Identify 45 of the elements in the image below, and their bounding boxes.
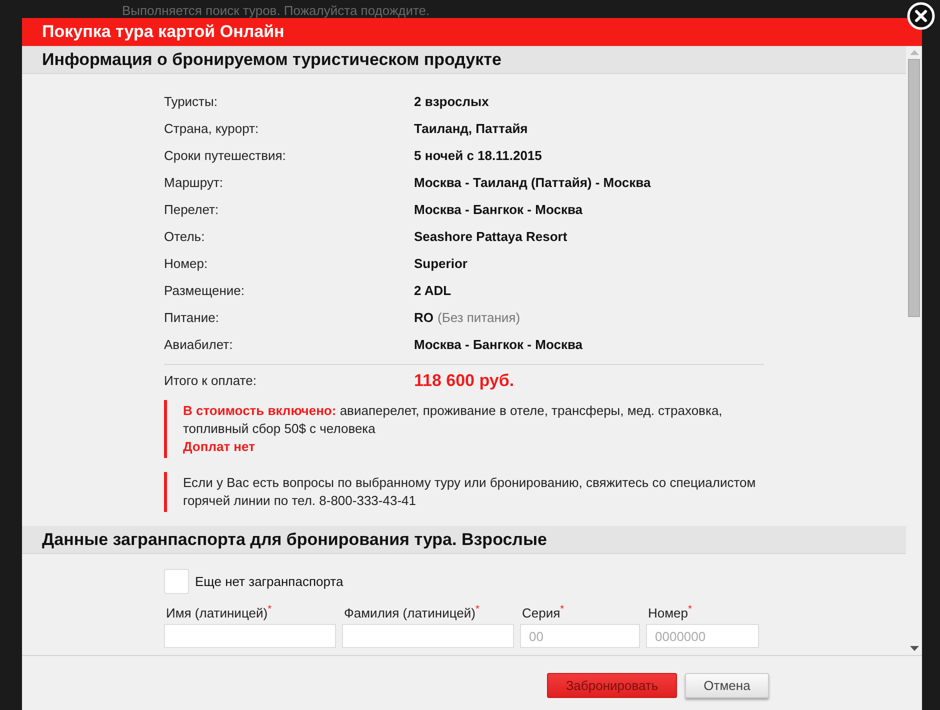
note-emphasis: Доплат нет: [183, 438, 256, 456]
total-price: 118 600 руб.: [414, 371, 514, 390]
field-label: Страна, курорт:: [164, 120, 260, 138]
cancel-button[interactable]: Отмена: [685, 673, 769, 698]
field-value: Seashore Pattaya Resort: [414, 229, 568, 244]
section-heading: Данные загранпаспорта для бронирования тура. Взрослые: [22, 526, 906, 554]
field-value: Москва - Таиланд (Паттайя) - Москва: [414, 175, 651, 190]
close-button[interactable]: [907, 2, 935, 30]
scroll-up-icon[interactable]: [910, 50, 918, 55]
note-text: В стоимость включено: авиаперелет, проживание в отеле, трансферы, мед. страховка, топливный сбор 50$ с человека: [183, 402, 724, 438]
field-label: Сроки путешествия:: [164, 147, 287, 165]
status-message: Выполняется поиск туров. Пожалуйста подождите.: [122, 3, 430, 18]
checkbox[interactable]: [164, 569, 189, 594]
field-label: Туристы:: [164, 93, 218, 111]
field-label: Имя (латиницей)$^{*}$: [166, 604, 272, 622]
field-label: Перелет:: [164, 201, 220, 219]
total-label: Итого к оплате:: [164, 372, 258, 390]
field-value: Superior: [414, 256, 468, 271]
field-label: Размещение:: [164, 282, 246, 300]
checkbox-label: Еще нет загранпаспорта: [195, 574, 344, 589]
field-label: Питание:: [164, 309, 220, 327]
field-label: Серия$^{*}$: [522, 604, 566, 622]
input-field[interactable]: [342, 624, 514, 648]
field-label: Фамилия (латиницей)$^{*}$: [344, 604, 480, 622]
field-value: Москва - Бангкок - Москва: [414, 337, 582, 352]
field-label: Маршрут:: [164, 174, 224, 192]
input-field[interactable]: 0000000: [646, 624, 759, 648]
field-value: 2 ADL: [414, 283, 452, 298]
field-value: RO: [414, 310, 434, 325]
dialog-title: Покупка тура картой Онлайн: [22, 18, 922, 46]
note-text: Если у Вас есть вопросы по выбранному туру или бронированию, свяжитесь со специалистом горячей линии по тел. 8-800-333-43-41: [183, 474, 757, 510]
field-label: Авиабилет:: [164, 336, 234, 354]
field-label: Номер$^{*}$: [648, 604, 693, 622]
input-field[interactable]: 00: [520, 624, 640, 648]
field-label: Отель:: [164, 228, 206, 246]
field-value: Москва - Бангкок - Москва: [414, 202, 582, 217]
field-label: Номер:: [164, 255, 209, 273]
scrollbar-thumb[interactable]: [908, 59, 920, 317]
scroll-down-icon[interactable]: [910, 646, 918, 651]
input-field[interactable]: [164, 624, 336, 648]
section-heading: Информация о бронируемом туристическом продукте: [22, 46, 906, 74]
field-value: Таиланд, Паттайя: [414, 121, 528, 136]
field-value: 2 взрослых: [414, 94, 489, 109]
field-value: 5 ночей с 18.11.2015: [414, 148, 542, 163]
field-note: (Без питания): [438, 310, 520, 325]
